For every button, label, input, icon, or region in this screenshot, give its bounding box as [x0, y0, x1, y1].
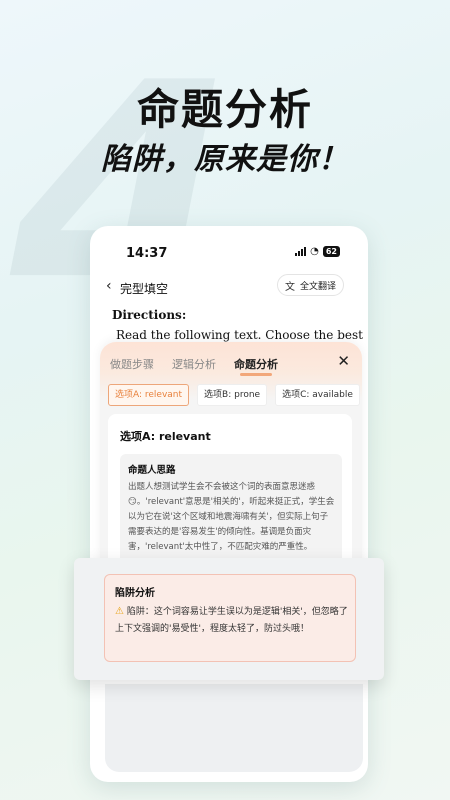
- option-chips: 选项A: relevant 选项B: prone 选项C: available: [108, 384, 362, 406]
- analysis-tabs: 做题步骤 逻辑分析 命题分析: [110, 356, 278, 376]
- chip-option-c[interactable]: 选项C: available: [275, 384, 360, 406]
- close-icon[interactable]: ✕: [337, 352, 350, 370]
- nav-bar: ‹ 完型填空 文 全文翻译: [90, 272, 368, 302]
- status-bar: 14:37 ◔ 62: [90, 226, 368, 266]
- passage-text: Read the following text. Choose the best: [116, 328, 363, 342]
- chip-option-a[interactable]: 选项A: relevant: [108, 384, 190, 406]
- tab-logic[interactable]: 逻辑分析: [172, 356, 216, 372]
- thought-title: 命题人思路: [128, 465, 176, 476]
- phone-bottom-area: [105, 684, 363, 772]
- status-time: 14:37: [126, 246, 168, 261]
- option-title: 选项A: relevant: [120, 430, 211, 443]
- trap-title: 陷阱分析: [115, 588, 155, 599]
- page-title: 完型填空: [120, 282, 169, 296]
- option-card: 选项A: relevant 命题人思路 出题人想测试学生会不会被这个词的表面意思…: [108, 414, 352, 567]
- trap-text-block: ⚠ 陷阱：这个词容易让学生误以为是逻辑'相关'，但忽略了上下文强调的'易受性'，…: [115, 603, 351, 638]
- analysis-panel: 做题步骤 逻辑分析 命题分析 ✕ 选项A: relevant 选项B: pron…: [100, 342, 362, 567]
- translate-icon: 文: [284, 281, 295, 293]
- battery-icon: 62: [322, 246, 340, 257]
- back-icon[interactable]: ‹: [106, 278, 112, 294]
- status-icons: ◔ 62: [295, 246, 340, 257]
- thought-text: 出题人想测试学生会不会被这个词的表面意思迷惑😏。'relevant'意思是'相关…: [128, 482, 335, 552]
- headline: 命题分析: [136, 85, 313, 134]
- signal-icon: [295, 247, 307, 256]
- chip-option-b[interactable]: 选项B: prone: [197, 384, 268, 406]
- tab-steps[interactable]: 做题步骤: [110, 356, 154, 372]
- wifi-icon: ◔: [310, 245, 319, 257]
- thought-box: 命题人思路 出题人想测试学生会不会被这个词的表面意思迷惑😏。'relevant'…: [120, 454, 342, 567]
- directions-heading: Directions:: [112, 308, 187, 322]
- trap-text: 陷阱：这个词容易让学生误以为是逻辑'相关'，但忽略了上下文强调的'易受性'，程度…: [115, 607, 348, 634]
- warning-icon: ⚠: [115, 606, 124, 617]
- trap-overlay: 陷阱分析 ⚠ 陷阱：这个词容易让学生误以为是逻辑'相关'，但忽略了上下文强调的'…: [74, 558, 384, 680]
- translate-button[interactable]: 文 全文翻译: [276, 274, 344, 296]
- trap-card: 陷阱分析 ⚠ 陷阱：这个词容易让学生误以为是逻辑'相关'，但忽略了上下文强调的'…: [104, 574, 356, 662]
- tab-proposition[interactable]: 命题分析: [234, 356, 278, 376]
- translate-label: 全文翻译: [299, 281, 336, 292]
- subheadline: 陷阱，原来是你！: [101, 142, 349, 177]
